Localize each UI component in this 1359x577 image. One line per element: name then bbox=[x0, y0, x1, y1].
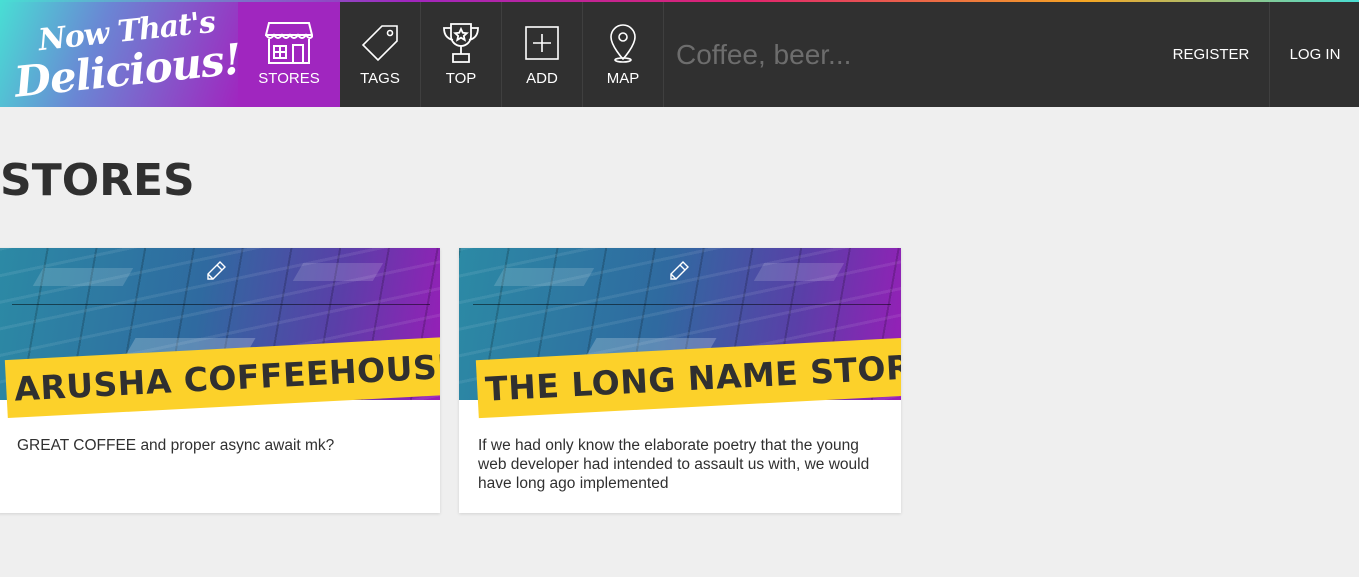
nav-item-top[interactable]: TOP bbox=[421, 2, 502, 107]
edit-pencil-icon[interactable] bbox=[668, 260, 690, 282]
nav-item-label: TOP bbox=[445, 70, 477, 87]
search-input[interactable] bbox=[676, 38, 1116, 71]
login-link[interactable]: LOG IN bbox=[1271, 2, 1359, 107]
nav-item-map[interactable]: MAP bbox=[583, 2, 664, 107]
search-bar bbox=[664, 2, 1134, 107]
tag-icon bbox=[360, 22, 400, 64]
brand-logo[interactable]: Now That's Delicious! bbox=[0, 2, 243, 107]
store-description: If we had only know the elaborate poetry… bbox=[478, 437, 870, 492]
edit-pencil-icon[interactable] bbox=[205, 260, 227, 282]
map-pin-icon bbox=[608, 22, 638, 64]
nav-item-add[interactable]: ADD bbox=[502, 2, 583, 107]
nav-item-stores[interactable]: STORES bbox=[238, 2, 340, 107]
store-card[interactable]: THE LONG NAME STORE If we had only know … bbox=[459, 248, 901, 513]
top-navigation: Now That's Delicious! STORES TAGS TOP AD… bbox=[0, 2, 1359, 107]
nav-item-label: ADD bbox=[526, 70, 558, 87]
trophy-icon bbox=[441, 22, 481, 64]
store-card[interactable]: ARUSHA COFFEEHOUSE GREAT COFFEE and prop… bbox=[0, 248, 440, 513]
nav-item-label: TAGS bbox=[360, 70, 400, 87]
store-description: GREAT COFFEE and proper async await mk? bbox=[17, 437, 335, 454]
register-link[interactable]: REGISTER bbox=[1153, 2, 1270, 107]
card-divider bbox=[473, 304, 891, 305]
add-icon bbox=[524, 22, 560, 64]
nav-item-label: MAP bbox=[606, 70, 640, 87]
nav-item-tags[interactable]: TAGS bbox=[340, 2, 421, 107]
page-title: STORES bbox=[0, 155, 195, 206]
nav-item-label: STORES bbox=[258, 70, 320, 87]
card-divider bbox=[12, 304, 430, 305]
store-icon bbox=[265, 22, 313, 64]
